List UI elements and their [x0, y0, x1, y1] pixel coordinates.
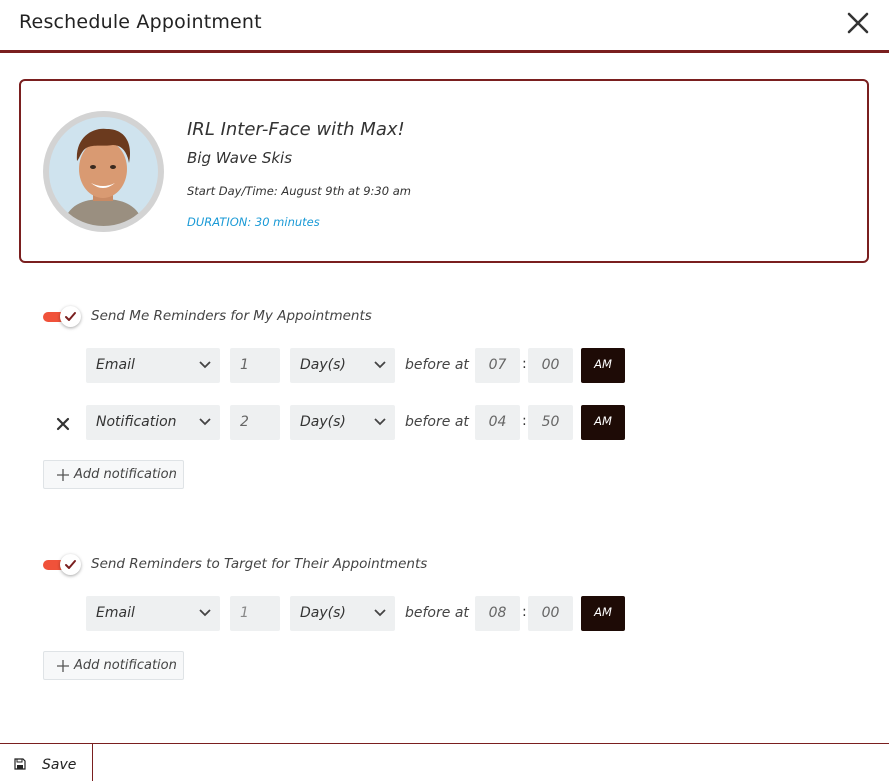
reminder-type-select[interactable]: Email [86, 348, 220, 383]
reminder-unit-value: Day(s) [300, 605, 346, 621]
hour-input[interactable]: 07 [475, 348, 520, 383]
chevron-down-icon [374, 609, 386, 617]
toggle-knob [60, 306, 81, 327]
minute-input[interactable]: 00 [528, 348, 573, 383]
reminder-unit-select[interactable]: Day(s) [290, 405, 395, 440]
chevron-down-icon [199, 361, 211, 369]
reminder-type-value: Email [96, 605, 135, 621]
reminder-amount-value: 1 [240, 605, 249, 621]
minute-input[interactable]: 00 [528, 596, 573, 631]
minute-input[interactable]: 50 [528, 405, 573, 440]
ampm-toggle[interactable]: AM [581, 348, 625, 383]
reminder-amount-value: 2 [240, 414, 249, 430]
hour-input[interactable]: 04 [475, 405, 520, 440]
hour-value: 08 [488, 605, 507, 621]
appointment-card: IRL Inter-Face with Max! Big Wave Skis S… [19, 79, 869, 263]
reminder-amount-value: 1 [240, 357, 249, 373]
reminder-type-select[interactable]: Email [86, 596, 220, 631]
chevron-down-icon [199, 609, 211, 617]
reminder-amount-input[interactable]: 1 [230, 596, 280, 631]
reminder-unit-value: Day(s) [300, 357, 346, 373]
ampm-toggle[interactable]: AM [581, 596, 625, 631]
reminder-type-value: Notification [96, 414, 177, 430]
save-button[interactable]: Save [0, 744, 93, 781]
reminder-type-select[interactable]: Notification [86, 405, 220, 440]
modal-header: Reschedule Appointment [0, 0, 889, 53]
add-notification-label: Add notification [74, 467, 177, 482]
plus-icon [57, 469, 69, 481]
ampm-toggle[interactable]: AM [581, 405, 625, 440]
before-at-label: before at [405, 414, 469, 430]
reminder-amount-input[interactable]: 1 [230, 348, 280, 383]
remove-reminder-icon[interactable] [56, 416, 70, 431]
reminder-type-value: Email [96, 357, 135, 373]
close-icon[interactable] [845, 10, 871, 36]
before-at-label: before at [405, 605, 469, 621]
reminder-amount-input[interactable]: 2 [230, 405, 280, 440]
reminder-unit-value: Day(s) [300, 414, 346, 430]
save-label: Save [42, 757, 77, 773]
minute-value: 00 [541, 605, 560, 621]
add-notification-label: Add notification [74, 658, 177, 673]
avatar [43, 111, 164, 232]
appointment-duration: DURATION: 30 minutes [187, 215, 320, 229]
plus-icon [57, 660, 69, 672]
check-icon [65, 312, 76, 321]
chevron-down-icon [199, 418, 211, 426]
hour-value: 04 [488, 414, 507, 430]
time-separator: : [522, 604, 527, 620]
hour-input[interactable]: 08 [475, 596, 520, 631]
target-reminders-label: Send Reminders to Target for Their Appoi… [91, 556, 428, 572]
appointment-start-time: Start Day/Time: August 9th at 9:30 am [187, 184, 411, 198]
hour-value: 07 [488, 357, 507, 373]
add-notification-button[interactable]: Add notification [43, 651, 184, 680]
appointment-company: Big Wave Skis [187, 149, 293, 167]
reminder-unit-select[interactable]: Day(s) [290, 348, 395, 383]
my-reminders-toggle[interactable] [43, 306, 81, 328]
time-separator: : [522, 356, 527, 372]
appointment-title: IRL Inter-Face with Max! [187, 119, 405, 140]
add-notification-button[interactable]: Add notification [43, 460, 184, 489]
time-separator: : [522, 413, 527, 429]
my-reminders-label: Send Me Reminders for My Appointments [91, 308, 372, 324]
chevron-down-icon [374, 361, 386, 369]
before-at-label: before at [405, 357, 469, 373]
target-reminders-toggle[interactable] [43, 554, 81, 576]
modal-title: Reschedule Appointment [19, 11, 262, 33]
modal-footer: Save [0, 743, 889, 781]
check-icon [65, 560, 76, 569]
floppy-disk-icon [14, 758, 26, 770]
reminder-unit-select[interactable]: Day(s) [290, 596, 395, 631]
chevron-down-icon [374, 418, 386, 426]
minute-value: 00 [541, 357, 560, 373]
minute-value: 50 [541, 414, 560, 430]
toggle-knob [60, 554, 81, 575]
